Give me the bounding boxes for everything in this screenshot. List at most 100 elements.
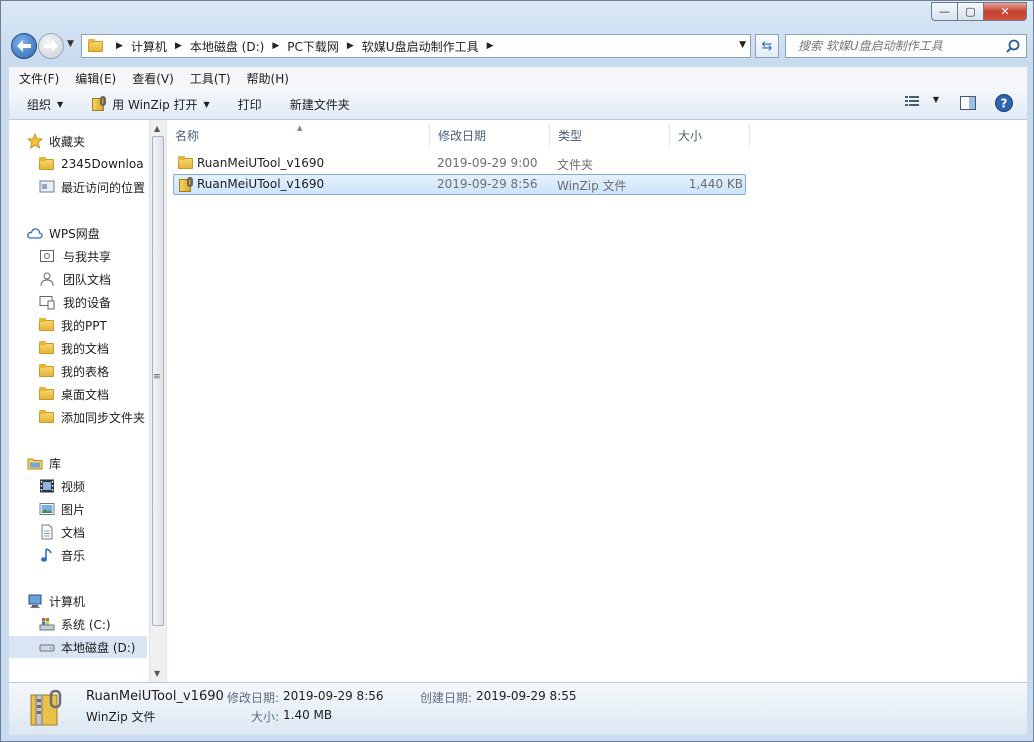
column-header-type[interactable]: 类型 [550,124,670,146]
arrow-right-icon [44,40,58,52]
nav-computer[interactable]: 计算机 [27,590,85,612]
file-type: WinZip 文件 [557,179,627,193]
nav-lib-videos[interactable]: 视频 [39,475,85,497]
preview-pane-icon [960,96,976,110]
nav-favorites[interactable]: 收藏夹 [26,130,85,152]
menu-help[interactable]: 帮助(H) [247,70,289,87]
address-dropdown-icon[interactable]: ▼ [739,40,746,50]
breadcrumb-chevron-icon[interactable]: ▶ [487,41,494,51]
details-modified-value: 2019-09-29 8:56 [283,689,384,703]
details-file-name: RuanMeiUTool_v1690 [86,689,224,704]
search-input[interactable] [796,38,1010,54]
arrow-left-icon [17,40,31,52]
video-icon [39,478,55,494]
nav-wps-add-sync-folder[interactable]: 添加同步文件夹 [39,406,145,428]
nav-drive-d[interactable]: 本地磁盘 (D:) [9,636,147,658]
nav-lib-music[interactable]: 音乐 [39,544,85,566]
recent-pages-dropdown-icon[interactable]: ▼ [67,39,74,49]
forward-button[interactable] [38,33,64,59]
computer-icon [27,593,43,609]
details-size-value: 1.40 MB [283,708,333,722]
scroll-down-icon[interactable]: ▼ [154,669,160,678]
file-modified: 2019-09-29 8:56 [437,177,538,191]
nav-lib-pictures[interactable]: 图片 [39,498,85,520]
details-modified-label: 修改日期: [227,691,280,705]
breadcrumb-item[interactable]: 本地磁盘 (D:) [190,38,264,55]
breadcrumb-chevron-icon[interactable]: ▶ [116,41,123,51]
open-with-winzip-button[interactable]: 用 WinZip 打开 ▼ [91,96,210,113]
nav-wps-my-documents[interactable]: 我的文档 [39,337,109,359]
menu-tools[interactable]: 工具(T) [190,70,231,87]
recent-places-icon [39,179,55,195]
file-row-selected[interactable]: RuanMeiUTool_v1690 2019-09-29 8:56 WinZi… [173,174,746,195]
music-icon [39,547,55,563]
team-icon [39,271,55,287]
chevron-down-icon: ▼ [203,99,210,109]
breadcrumb-chevron-icon[interactable]: ▶ [175,41,182,51]
column-header-name[interactable]: 名称 ▲ [167,124,430,146]
refresh-button[interactable]: ⇆ [755,34,779,58]
breadcrumb-chevron-icon[interactable]: ▶ [272,41,279,51]
details-size-label: 大小: [251,710,280,724]
nav-drive-c[interactable]: 系统 (C:) [39,613,111,635]
scrollbar-grip-icon: ≡ [153,372,161,382]
nav-lib-documents[interactable]: 文档 [39,521,85,543]
maximize-button[interactable]: ▢ [957,2,983,21]
view-options-button[interactable]: ▼ [905,95,939,110]
preview-pane-button[interactable] [960,95,976,114]
nav-wps-team-docs[interactable]: 团队文档 [39,268,111,290]
breadcrumb-item[interactable]: 软媒U盘启动制作工具 [362,38,479,55]
nav-fav-2345downloads[interactable]: 2345Downloa [39,153,144,175]
menu-edit[interactable]: 编辑(E) [75,70,116,87]
close-button[interactable]: ✕ [983,2,1027,21]
svg-text:?: ? [1001,97,1008,111]
address-bar[interactable]: ▶ 计算机 ▶ 本地磁盘 (D:) ▶ PC下载网 ▶ 软媒U盘启动制作工具 ▶… [81,34,751,58]
details-created-value: 2019-09-29 8:55 [476,689,577,703]
nav-wps-shared-with-me[interactable]: 与我共享 [39,245,111,267]
refresh-icon: ⇆ [761,38,773,54]
nav-wps-my-devices[interactable]: 我的设备 [39,291,111,313]
winzip-icon [30,689,62,726]
winzip-icon [178,177,194,193]
content-area: 收藏夹 2345Downloa 最近访问的位置 WPS网盘 与我共享 团队文档 [9,120,1027,682]
help-icon: ? [995,94,1013,112]
nav-libraries[interactable]: 库 [27,452,61,474]
menu-view[interactable]: 查看(V) [132,70,174,87]
file-row[interactable]: RuanMeiUTool_v1690 2019-09-29 9:00 文件夹 [173,153,746,174]
search-icon[interactable] [1006,39,1020,53]
file-name: RuanMeiUTool_v1690 [197,177,325,191]
folder-icon [39,157,55,171]
nav-wps-my-ppt[interactable]: 我的PPT [39,314,107,336]
window-controls: — ▢ ✕ [931,2,1027,21]
shared-icon [39,248,55,264]
nav-wps-desktop-docs[interactable]: 桌面文档 [39,383,109,405]
device-icon [39,294,55,310]
folder-icon [39,341,55,355]
help-button[interactable]: ? [995,94,1013,115]
print-button[interactable]: 打印 [238,96,262,113]
breadcrumb-chevron-icon[interactable]: ▶ [347,41,354,51]
breadcrumb-item[interactable]: 计算机 [131,38,167,55]
organize-button[interactable]: 组织 ▼ [27,96,63,113]
command-bar: 组织 ▼ 用 WinZip 打开 ▼ 打印 新建文件夹 ▼ ? [9,89,1027,120]
folder-icon [39,410,55,424]
breadcrumb: ▶ 计算机 ▶ 本地磁盘 (D:) ▶ PC下载网 ▶ 软媒U盘启动制作工具 ▶ [108,38,502,55]
menu-file[interactable]: 文件(F) [19,70,59,87]
open-with-label: 用 WinZip 打开 [112,97,198,112]
navigation-scrollbar[interactable]: ▲ ≡ ▼ [149,120,166,682]
column-header-size[interactable]: 大小 [670,124,750,146]
sort-ascending-icon: ▲ [297,124,303,132]
scroll-up-icon[interactable]: ▲ [154,124,160,133]
search-box[interactable] [785,34,1027,58]
minimize-button[interactable]: — [931,2,957,21]
nav-wps-cloud[interactable]: WPS网盘 [27,222,100,244]
folder-icon [178,156,194,170]
column-header-modified[interactable]: 修改日期 [430,124,550,146]
details-pane: RuanMeiUTool_v1690 WinZip 文件 修改日期: 2019-… [9,682,1027,735]
nav-wps-my-sheets[interactable]: 我的表格 [39,360,109,382]
nav-fav-recent-places[interactable]: 最近访问的位置 [39,176,145,198]
breadcrumb-item[interactable]: PC下载网 [287,38,339,55]
back-button[interactable] [11,33,37,59]
folder-icon [39,387,55,401]
new-folder-button[interactable]: 新建文件夹 [290,96,350,113]
